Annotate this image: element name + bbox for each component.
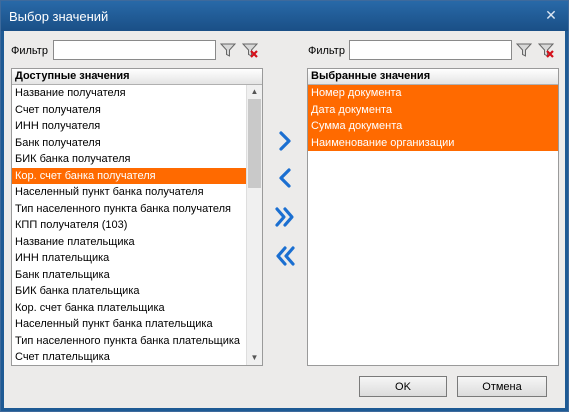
clear-filter-icon[interactable] [538,42,554,58]
list-item[interactable]: БИК банка получателя [12,151,247,168]
dialog-title: Выбор значений [9,9,109,24]
dialog-window: Выбор значений ✕ Фильтр Фильтр Доступные… [0,0,569,412]
list-item[interactable]: Банк плательщика [12,267,247,284]
list-item[interactable]: Счет получателя [12,102,247,119]
left-filter-input[interactable] [53,40,216,60]
list-item[interactable]: Населенный пункт банка плательщика [12,316,247,333]
list-item[interactable]: Название плательщика [12,234,247,251]
dialog-body: Фильтр Фильтр Доступные значения Названи… [4,31,565,408]
list-item[interactable]: Название получателя [12,85,247,102]
selected-values-rows: Номер документа Дата документа Сумма докум… [308,85,558,365]
list-item[interactable]: ИНН получателя [12,118,247,135]
list-item[interactable]: БИК банка плательщика [12,283,247,300]
ok-button[interactable]: OK [359,376,447,397]
list-item[interactable]: Тип населенного пункта банка получателя [12,201,247,218]
cancel-button[interactable]: Отмена [457,376,547,397]
available-values-rows: Название получателя Счет получателя ИНН по… [12,85,247,365]
list-item[interactable]: Населенный пункт банка получателя [12,184,247,201]
list-item[interactable]: Сумма документа [308,118,558,135]
clear-filter-icon[interactable] [242,42,258,58]
list-item[interactable]: Кор. счет банка плательщика [12,300,247,317]
scroll-thumb[interactable] [248,99,261,188]
move-right-button[interactable] [272,128,298,154]
filter-funnel-icon[interactable] [220,42,236,58]
move-left-button[interactable] [272,165,298,191]
title-bar[interactable]: Выбор значений ✕ [1,1,568,31]
move-all-right-button[interactable] [272,204,298,230]
selected-values-header: Выбранные значения [308,69,558,85]
list-item[interactable]: ИНН плательщика [12,250,247,267]
right-filter-input[interactable] [349,40,512,60]
list-item[interactable]: Наименование организации [308,134,558,151]
scroll-up-icon[interactable]: ▲ [247,85,262,99]
scroll-down-icon[interactable]: ▼ [247,351,262,365]
list-item[interactable]: Дата документа [308,101,558,118]
close-icon[interactable]: ✕ [542,6,560,24]
available-values-header: Доступные значения [12,69,262,85]
list-item[interactable]: Тип населенного пункта банка плательщика [12,333,247,350]
move-all-left-button[interactable] [272,243,298,269]
available-values-scrollbar[interactable]: ▲ ▼ [246,85,262,365]
list-item[interactable]: Счет плательщика [12,349,247,365]
selected-values-list[interactable]: Выбранные значения Номер документа Дата д… [307,68,559,366]
list-item[interactable]: Номер документа [308,85,558,102]
filter-funnel-icon[interactable] [516,42,532,58]
list-item[interactable]: Банк получателя [12,135,247,152]
left-filter-label: Фильтр [11,45,48,57]
right-filter-label: Фильтр [308,45,345,57]
list-item[interactable]: Кор. счет банка получателя [12,167,247,184]
available-values-list[interactable]: Доступные значения Название получателя Сч… [11,68,263,366]
list-item[interactable]: КПП получателя (103) [12,217,247,234]
